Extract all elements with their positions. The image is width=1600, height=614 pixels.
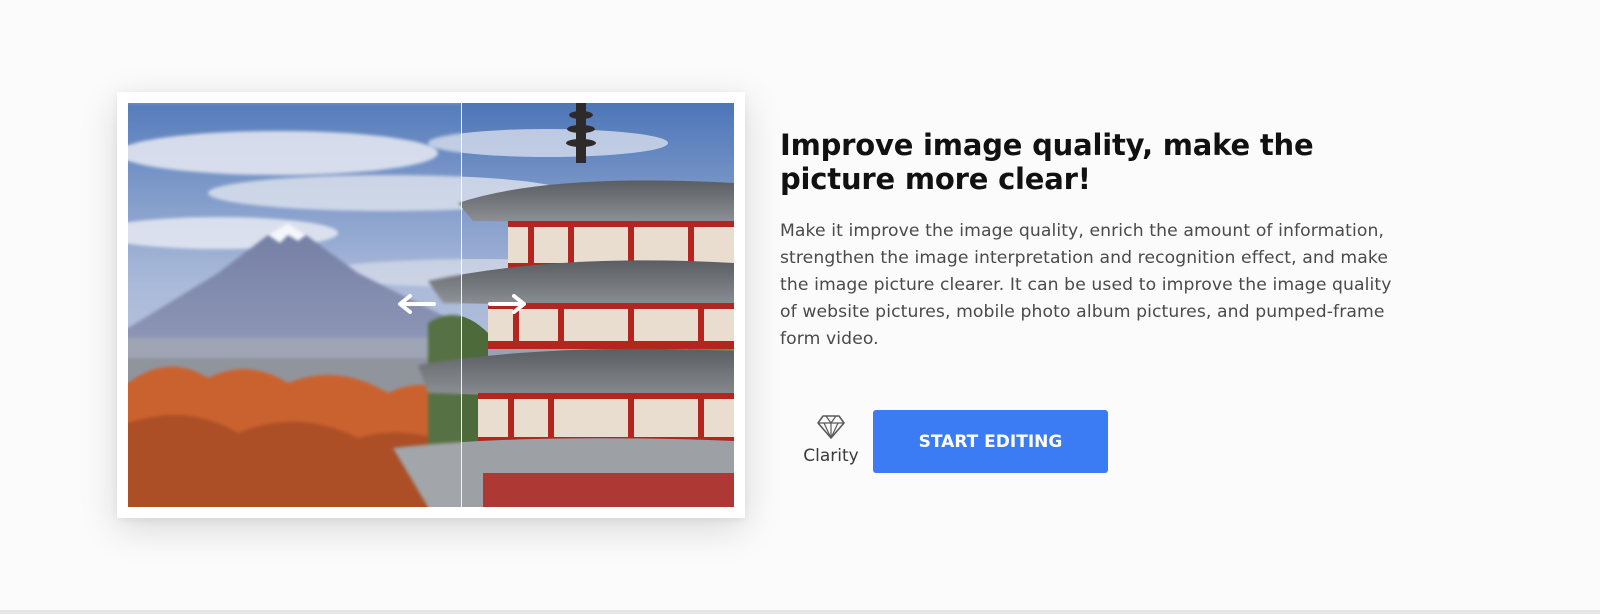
section-divider	[0, 610, 1600, 614]
diamond-icon	[817, 415, 845, 439]
clarity-badge: Clarity	[788, 410, 874, 474]
action-row: Clarity START EDITING	[780, 410, 1140, 474]
arrow-right-icon[interactable]	[488, 293, 528, 315]
arrow-left-icon[interactable]	[396, 293, 436, 315]
clarity-label: Clarity	[803, 446, 859, 466]
before-after-card	[117, 92, 745, 518]
comparison-image[interactable]	[128, 103, 734, 507]
start-editing-button[interactable]: START EDITING	[873, 410, 1108, 473]
feature-description: Make it improve the image quality, enric…	[780, 221, 1392, 349]
feature-headline: Improve image quality, make the picture …	[780, 128, 1314, 196]
feature-content: Improve image quality, make the picture …	[780, 128, 1420, 353]
comparison-divider[interactable]	[461, 103, 462, 507]
